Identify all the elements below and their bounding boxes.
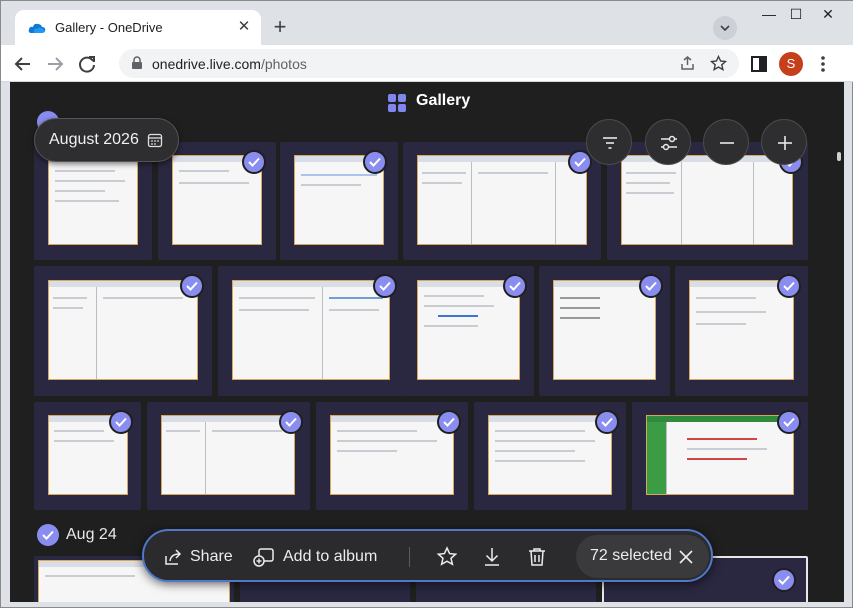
browser-window: Gallery - OneDrive ✕ + — ☐ ✕ onedrive.li… <box>0 0 853 608</box>
view-settings-button[interactable] <box>645 119 691 165</box>
maximize-button[interactable]: ☐ <box>781 5 811 25</box>
address-bar[interactable]: onedrive.live.com/photos <box>119 49 739 78</box>
photo-tile[interactable] <box>158 142 276 260</box>
photo-tile[interactable] <box>474 402 626 510</box>
add-to-album-button[interactable]: Add to album <box>253 546 383 568</box>
selected-check-icon[interactable] <box>772 568 796 592</box>
selected-check-icon[interactable] <box>639 274 663 298</box>
clear-selection-icon[interactable] <box>676 547 696 567</box>
share-button[interactable]: Share <box>162 546 233 568</box>
page-title-label: Gallery <box>416 92 471 109</box>
browser-tab[interactable]: Gallery - OneDrive ✕ <box>15 10 261 46</box>
selected-check-icon[interactable] <box>777 274 801 298</box>
share-label: Share <box>190 548 233 565</box>
back-arrow-icon[interactable] <box>11 52 35 76</box>
side-panel-icon[interactable] <box>747 52 771 76</box>
photo-tile[interactable] <box>403 266 534 396</box>
share-page-icon[interactable] <box>679 55 696 72</box>
minimize-button[interactable]: — <box>754 5 784 25</box>
selected-check-icon[interactable] <box>503 274 527 298</box>
selected-check-icon[interactable] <box>437 410 461 434</box>
filter-icon <box>603 137 617 149</box>
favorite-star-icon[interactable] <box>435 545 459 569</box>
photo-tile[interactable] <box>316 402 468 510</box>
zoom-out-button[interactable] <box>703 119 749 165</box>
chevron-down-icon <box>720 25 730 32</box>
gallery-page: Gallery Aug 24 August 2026 Share Add to … <box>10 82 844 602</box>
share-icon <box>165 549 182 565</box>
reload-icon[interactable] <box>75 52 99 76</box>
selected-check-icon[interactable] <box>242 150 266 174</box>
date-scrubber-pill[interactable]: August 2026 <box>34 118 179 162</box>
tab-strip: Gallery - OneDrive ✕ + — ☐ ✕ <box>1 1 853 46</box>
calendar-icon <box>147 133 163 148</box>
selected-check-icon[interactable] <box>109 410 133 434</box>
selected-check-icon[interactable] <box>279 410 303 434</box>
date-pill-label: August 2026 <box>49 131 139 148</box>
selection-action-bar: Share Add to album 72 selected <box>142 529 713 582</box>
zoom-in-button[interactable] <box>761 119 807 165</box>
forward-arrow-icon[interactable] <box>43 52 67 76</box>
sliders-icon <box>661 135 677 151</box>
scrollbar-thumb[interactable] <box>837 152 841 161</box>
selection-count-pill: 72 selected <box>576 535 709 578</box>
selected-check-icon[interactable] <box>180 274 204 298</box>
lock-icon <box>132 56 142 69</box>
selected-check-icon[interactable] <box>777 410 801 434</box>
photo-tile[interactable] <box>147 402 310 510</box>
kebab-menu-icon[interactable] <box>811 52 835 76</box>
bookmark-star-icon[interactable] <box>710 55 727 72</box>
add-album-icon <box>253 548 274 567</box>
browser-toolbar: onedrive.live.com/photos S <box>1 45 853 82</box>
tab-close-button[interactable]: ✕ <box>234 17 254 37</box>
selected-check-icon[interactable] <box>363 150 387 174</box>
profile-avatar[interactable]: S <box>779 52 803 76</box>
tab-title: Gallery - OneDrive <box>55 20 163 35</box>
delete-trash-icon[interactable] <box>525 545 549 569</box>
photo-tile[interactable] <box>34 402 141 510</box>
photo-tile[interactable] <box>632 402 808 510</box>
minus-icon <box>720 142 734 144</box>
tab-search-button[interactable] <box>713 16 737 40</box>
photo-tile[interactable] <box>539 266 670 396</box>
photo-tile[interactable] <box>403 142 601 260</box>
photo-tile[interactable] <box>280 142 398 260</box>
add-to-album-label: Add to album <box>283 548 378 565</box>
group-select-check[interactable] <box>37 524 59 546</box>
gallery-icon <box>388 94 406 112</box>
action-bar-divider <box>409 547 410 567</box>
date-group-label: Aug 24 <box>66 526 117 543</box>
photo-tile[interactable] <box>218 266 404 396</box>
url-text: onedrive.live.com/photos <box>152 56 307 72</box>
new-tab-button[interactable]: + <box>267 15 293 41</box>
selection-count: 72 selected <box>590 547 672 564</box>
window-close-button[interactable]: ✕ <box>813 5 843 25</box>
photo-tile[interactable] <box>34 266 212 396</box>
download-icon[interactable] <box>480 545 504 569</box>
onedrive-icon <box>28 23 46 33</box>
selected-check-icon[interactable] <box>373 274 397 298</box>
selected-check-icon[interactable] <box>595 410 619 434</box>
photo-tile[interactable] <box>675 266 808 396</box>
plus-icon <box>778 136 792 150</box>
url-host: onedrive.live.com <box>152 56 261 72</box>
filter-button[interactable] <box>586 119 632 165</box>
url-path: /photos <box>260 56 307 72</box>
